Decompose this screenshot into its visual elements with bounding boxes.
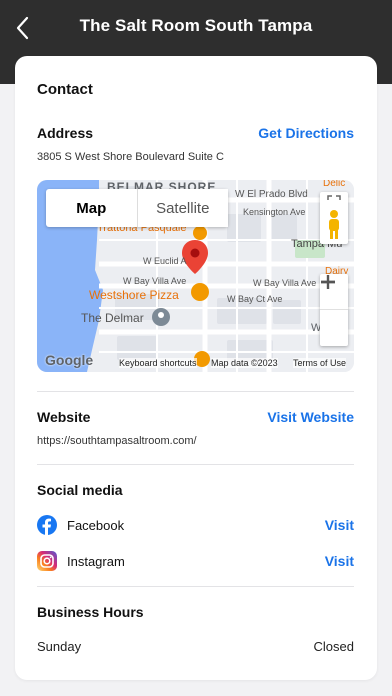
divider xyxy=(37,586,354,587)
contact-card: Contact Address Get Directions 3805 S We… xyxy=(15,56,377,680)
google-logo: Google xyxy=(45,352,94,368)
divider xyxy=(37,464,354,465)
facebook-label: Facebook xyxy=(67,517,125,533)
instagram-label: Instagram xyxy=(67,553,125,569)
map-label-westshore-pizza: Westshore Pizza xyxy=(89,288,179,302)
map-data-label: Map data ©2023 xyxy=(211,358,278,368)
divider xyxy=(37,391,354,392)
facebook-icon xyxy=(37,515,57,535)
address-label: Address xyxy=(37,125,94,141)
map-label-euclid: W Euclid A xyxy=(143,256,187,266)
instagram-visit-link[interactable]: Visit xyxy=(325,553,354,569)
facebook-visit-link[interactable]: Visit xyxy=(325,517,354,533)
keyboard-shortcuts-link[interactable]: Keyboard shortcuts xyxy=(119,358,197,368)
street-view-control[interactable] xyxy=(320,192,348,244)
map-label-villa-2: W Bay Villa Ave xyxy=(253,278,317,288)
tab-map[interactable]: Map xyxy=(46,189,137,227)
map-label-villa-1: W Bay Villa Ave xyxy=(123,276,187,286)
page-title: The Salt Room South Tampa xyxy=(79,16,313,35)
tab-satellite[interactable]: Satellite xyxy=(136,189,228,227)
map-label-deli: Delic xyxy=(323,180,346,189)
hours-row: Sunday Closed xyxy=(37,639,354,654)
instagram-icon xyxy=(37,551,57,571)
terms-of-use-link[interactable]: Terms of Use xyxy=(293,358,347,368)
get-directions-link[interactable]: Get Directions xyxy=(258,125,354,141)
map-label-el-prado: W El Prado Blvd xyxy=(235,189,308,200)
map-footer: Google Keyboard shortcuts Map data ©2023… xyxy=(37,352,354,372)
visit-website-link[interactable]: Visit Website xyxy=(267,409,354,425)
social-media-label: Social media xyxy=(37,482,123,498)
map-label-delmar: The Delmar xyxy=(81,311,144,325)
social-row-facebook: Facebook Visit xyxy=(37,513,354,537)
zoom-controls xyxy=(320,274,348,346)
address-text: 3805 S West Shore Boulevard Suite C xyxy=(37,151,224,163)
business-hours-label: Business Hours xyxy=(37,604,144,620)
contact-title: Contact xyxy=(37,81,93,98)
website-label: Website xyxy=(37,409,91,425)
social-row-instagram: Instagram Visit xyxy=(37,549,354,573)
map-type-toggle: Map Satellite xyxy=(46,189,228,227)
website-url: https://southtampasaltroom.com/ xyxy=(37,435,197,447)
map-label-bay-ct: W Bay Ct Ave xyxy=(227,294,283,304)
map-label-kensington: Kensington Ave xyxy=(243,207,306,217)
zoom-out-button[interactable] xyxy=(320,280,348,346)
hours-day: Sunday xyxy=(37,639,82,654)
location-map[interactable]: BELMAR SHORE W El Prado Blvd Delic Kensi… xyxy=(37,180,354,372)
hours-status: Closed xyxy=(313,639,354,654)
minus-icon xyxy=(321,280,335,284)
pegman-icon xyxy=(329,210,339,239)
